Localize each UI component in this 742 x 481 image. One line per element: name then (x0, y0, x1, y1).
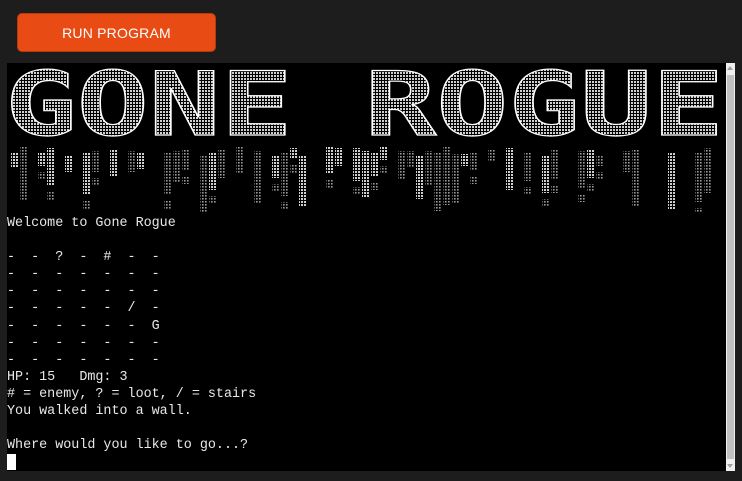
terminal-line: - - ? - # - - (7, 250, 160, 266)
terminal-line: You walked into a wall. (7, 404, 192, 420)
terminal-line: - - - - - - - (7, 267, 160, 283)
terminal-output: Welcome to Gone Rogue - - ? - # - -- - - … (7, 215, 256, 454)
run-program-button[interactable]: RUN PROGRAM (17, 13, 216, 52)
terminal-line: - - - - - - - (7, 335, 160, 351)
terminal-line: Where would you like to go...? (7, 438, 249, 454)
terminal-line: HP: 15 Dmg: 3 (7, 369, 128, 385)
terminal-line: - - - - - - - (7, 284, 160, 300)
scrollbar[interactable] (726, 63, 735, 471)
scroll-thumb[interactable] (727, 75, 734, 459)
banner-drips (11, 147, 711, 213)
terminal[interactable]: GONE ROGUE Welcome to Gone Rogue - - ? - … (7, 63, 726, 471)
terminal-line: - - - - - - G (7, 318, 160, 334)
terminal-line: Welcome to Gone Rogue (7, 216, 176, 231)
terminal-line: - - - - - / - (7, 301, 160, 317)
terminal-line: # = enemy, ? = loot, / = stairs (7, 386, 257, 402)
text-cursor[interactable] (7, 454, 16, 470)
terminal-line: - - - - - - - (7, 352, 160, 368)
scroll-up-arrow-icon[interactable] (727, 66, 733, 70)
ascii-banner: GONE ROGUE (7, 63, 725, 213)
banner-text: GONE ROGUE (7, 63, 724, 156)
scroll-down-arrow-icon[interactable] (727, 464, 733, 468)
